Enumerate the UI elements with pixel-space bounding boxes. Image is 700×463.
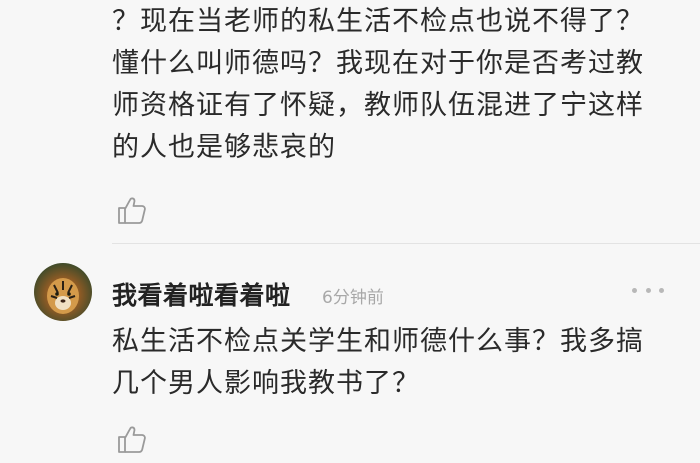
dot bbox=[632, 287, 637, 293]
comment-divider bbox=[112, 243, 700, 244]
timestamp: 6分钟前 bbox=[322, 288, 384, 308]
username[interactable]: 我看着啦看着啦 bbox=[112, 276, 291, 312]
more-dots-icon[interactable] bbox=[632, 281, 664, 299]
avatar[interactable] bbox=[34, 263, 92, 321]
comment-text: ？现在当老师的私生活不检点也说不得了？ 懂什么叫师德吗？我现在对于你是否考过教 … bbox=[112, 6, 644, 163]
thumbs-up-icon[interactable] bbox=[116, 194, 148, 226]
thumbs-up-icon[interactable] bbox=[116, 423, 148, 455]
dot bbox=[645, 287, 651, 293]
comment-text: 私生活不检点关学生和师德什么事？我多搞 几个男人影响我教书了？ bbox=[112, 326, 644, 399]
dot bbox=[659, 287, 664, 293]
